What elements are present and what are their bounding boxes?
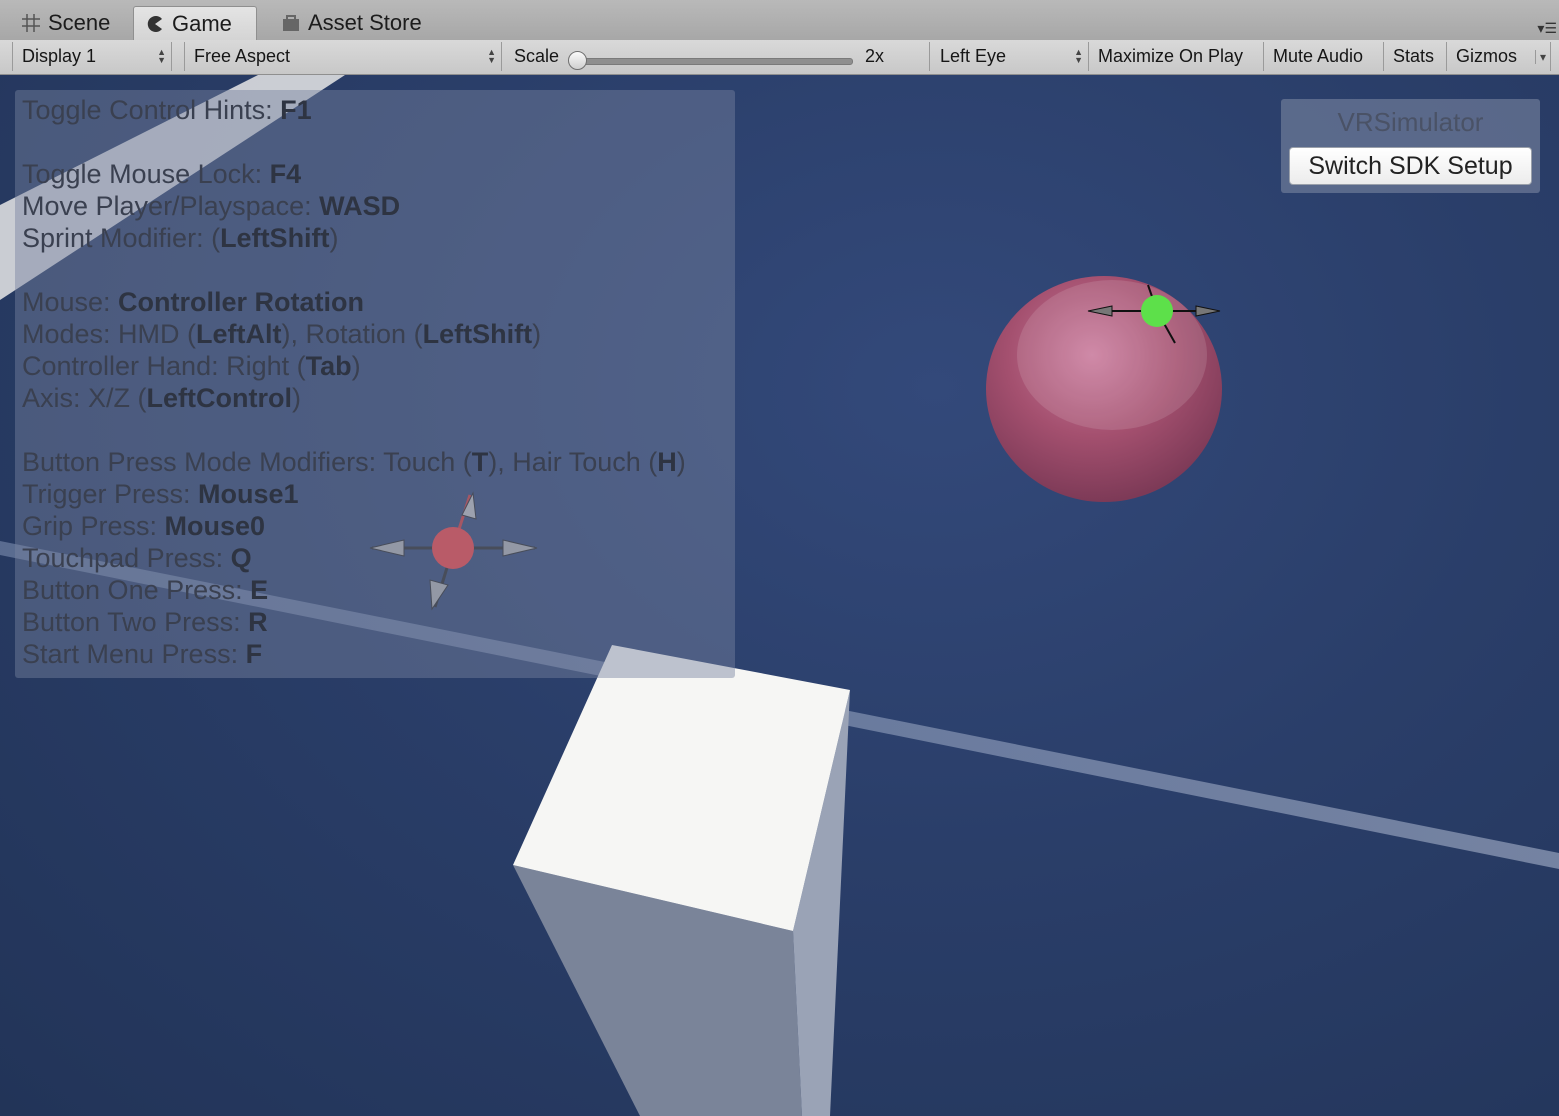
- hint-mouse: Mouse: Controller Rotation: [22, 287, 365, 317]
- mute-audio-toggle[interactable]: Mute Audio: [1264, 42, 1384, 71]
- hint-mouse-lock: Toggle Mouse Lock: F4: [22, 159, 302, 189]
- hint-controller-hand: Controller Hand: Right (Tab): [22, 351, 361, 381]
- eye-dropdown[interactable]: Left Eye ▲ ▼: [931, 42, 1089, 71]
- updown-arrows-icon: ▲ ▼: [1074, 47, 1083, 65]
- hint-sprint: Sprint Modifier: (LeftShift): [22, 223, 339, 253]
- display-dropdown[interactable]: Display 1 ▲ ▼: [12, 42, 172, 71]
- scale-slider-thumb[interactable]: [568, 51, 587, 70]
- hint-button-two: Button Two Press: R: [22, 607, 268, 637]
- aspect-label: Free Aspect: [194, 46, 291, 66]
- scale-slider-track[interactable]: [575, 58, 853, 65]
- hint-press-mode: Button Press Mode Modifiers: Touch (T), …: [22, 447, 686, 477]
- tab-asset-store-label: Asset Store: [308, 10, 422, 35]
- tab-game[interactable]: Game: [133, 6, 257, 40]
- vrsimulator-panel: VRSimulator Switch SDK Setup: [1281, 99, 1540, 193]
- mute-label: Mute Audio: [1273, 46, 1364, 66]
- updown-arrows-icon: ▲ ▼: [157, 47, 166, 65]
- gizmos-label: Gizmos: [1456, 46, 1518, 66]
- stats-toggle[interactable]: Stats: [1384, 42, 1447, 71]
- hint-modes: Modes: HMD (LeftAlt), Rotation (LeftShif…: [22, 319, 542, 349]
- eye-label: Left Eye: [940, 46, 1007, 66]
- grid-icon: [20, 12, 42, 34]
- tab-scene-label: Scene: [48, 10, 111, 35]
- stats-label: Stats: [1393, 46, 1435, 66]
- switch-sdk-setup-button[interactable]: Switch SDK Setup: [1289, 147, 1532, 185]
- scale-value: 2x: [865, 46, 885, 66]
- pacman-icon: [144, 13, 166, 35]
- display-label: Display 1: [22, 46, 97, 66]
- gizmos-dropdown[interactable]: Gizmos ▾: [1447, 42, 1551, 71]
- chevron-down-icon: ▾: [1534, 49, 1546, 64]
- updown-arrows-icon: ▲ ▼: [487, 47, 496, 65]
- control-hints-panel: Toggle Control Hints: F1 Toggle Mouse Lo…: [15, 90, 735, 678]
- hint-start-menu: Start Menu Press: F: [22, 639, 263, 669]
- hint-grip: Grip Press: Mouse0: [22, 511, 266, 541]
- vrsimulator-title: VRSimulator: [1337, 107, 1484, 137]
- hint-button-one: Button One Press: E: [22, 575, 269, 605]
- hint-trigger: Trigger Press: Mouse1: [22, 479, 299, 509]
- tab-asset-store[interactable]: Asset Store: [270, 6, 432, 40]
- tab-menu-icon[interactable]: ▾☰: [1537, 20, 1557, 37]
- sphere-highlight: [1017, 280, 1207, 430]
- game-view[interactable]: Toggle Control Hints: F1 Toggle Mouse Lo…: [0, 75, 1559, 1116]
- hint-move: Move Player/Playspace: WASD: [22, 191, 401, 221]
- store-icon: [280, 12, 302, 34]
- maximize-label: Maximize On Play: [1098, 46, 1244, 66]
- scale-label: Scale: [514, 46, 560, 66]
- tab-game-label: Game: [172, 10, 232, 36]
- hint-axis: Axis: X/Z (LeftControl): [22, 383, 301, 413]
- editor-tab-bar: Scene Game Asset Store ▾☰: [0, 0, 1559, 41]
- tab-scene[interactable]: Scene: [10, 6, 120, 40]
- aspect-dropdown[interactable]: Free Aspect ▲ ▼: [184, 42, 502, 71]
- hint-toggle-hints: Toggle Control Hints: F1: [22, 95, 312, 125]
- hint-touchpad: Touchpad Press: Q: [22, 543, 252, 573]
- maximize-on-play-toggle[interactable]: Maximize On Play: [1089, 42, 1264, 71]
